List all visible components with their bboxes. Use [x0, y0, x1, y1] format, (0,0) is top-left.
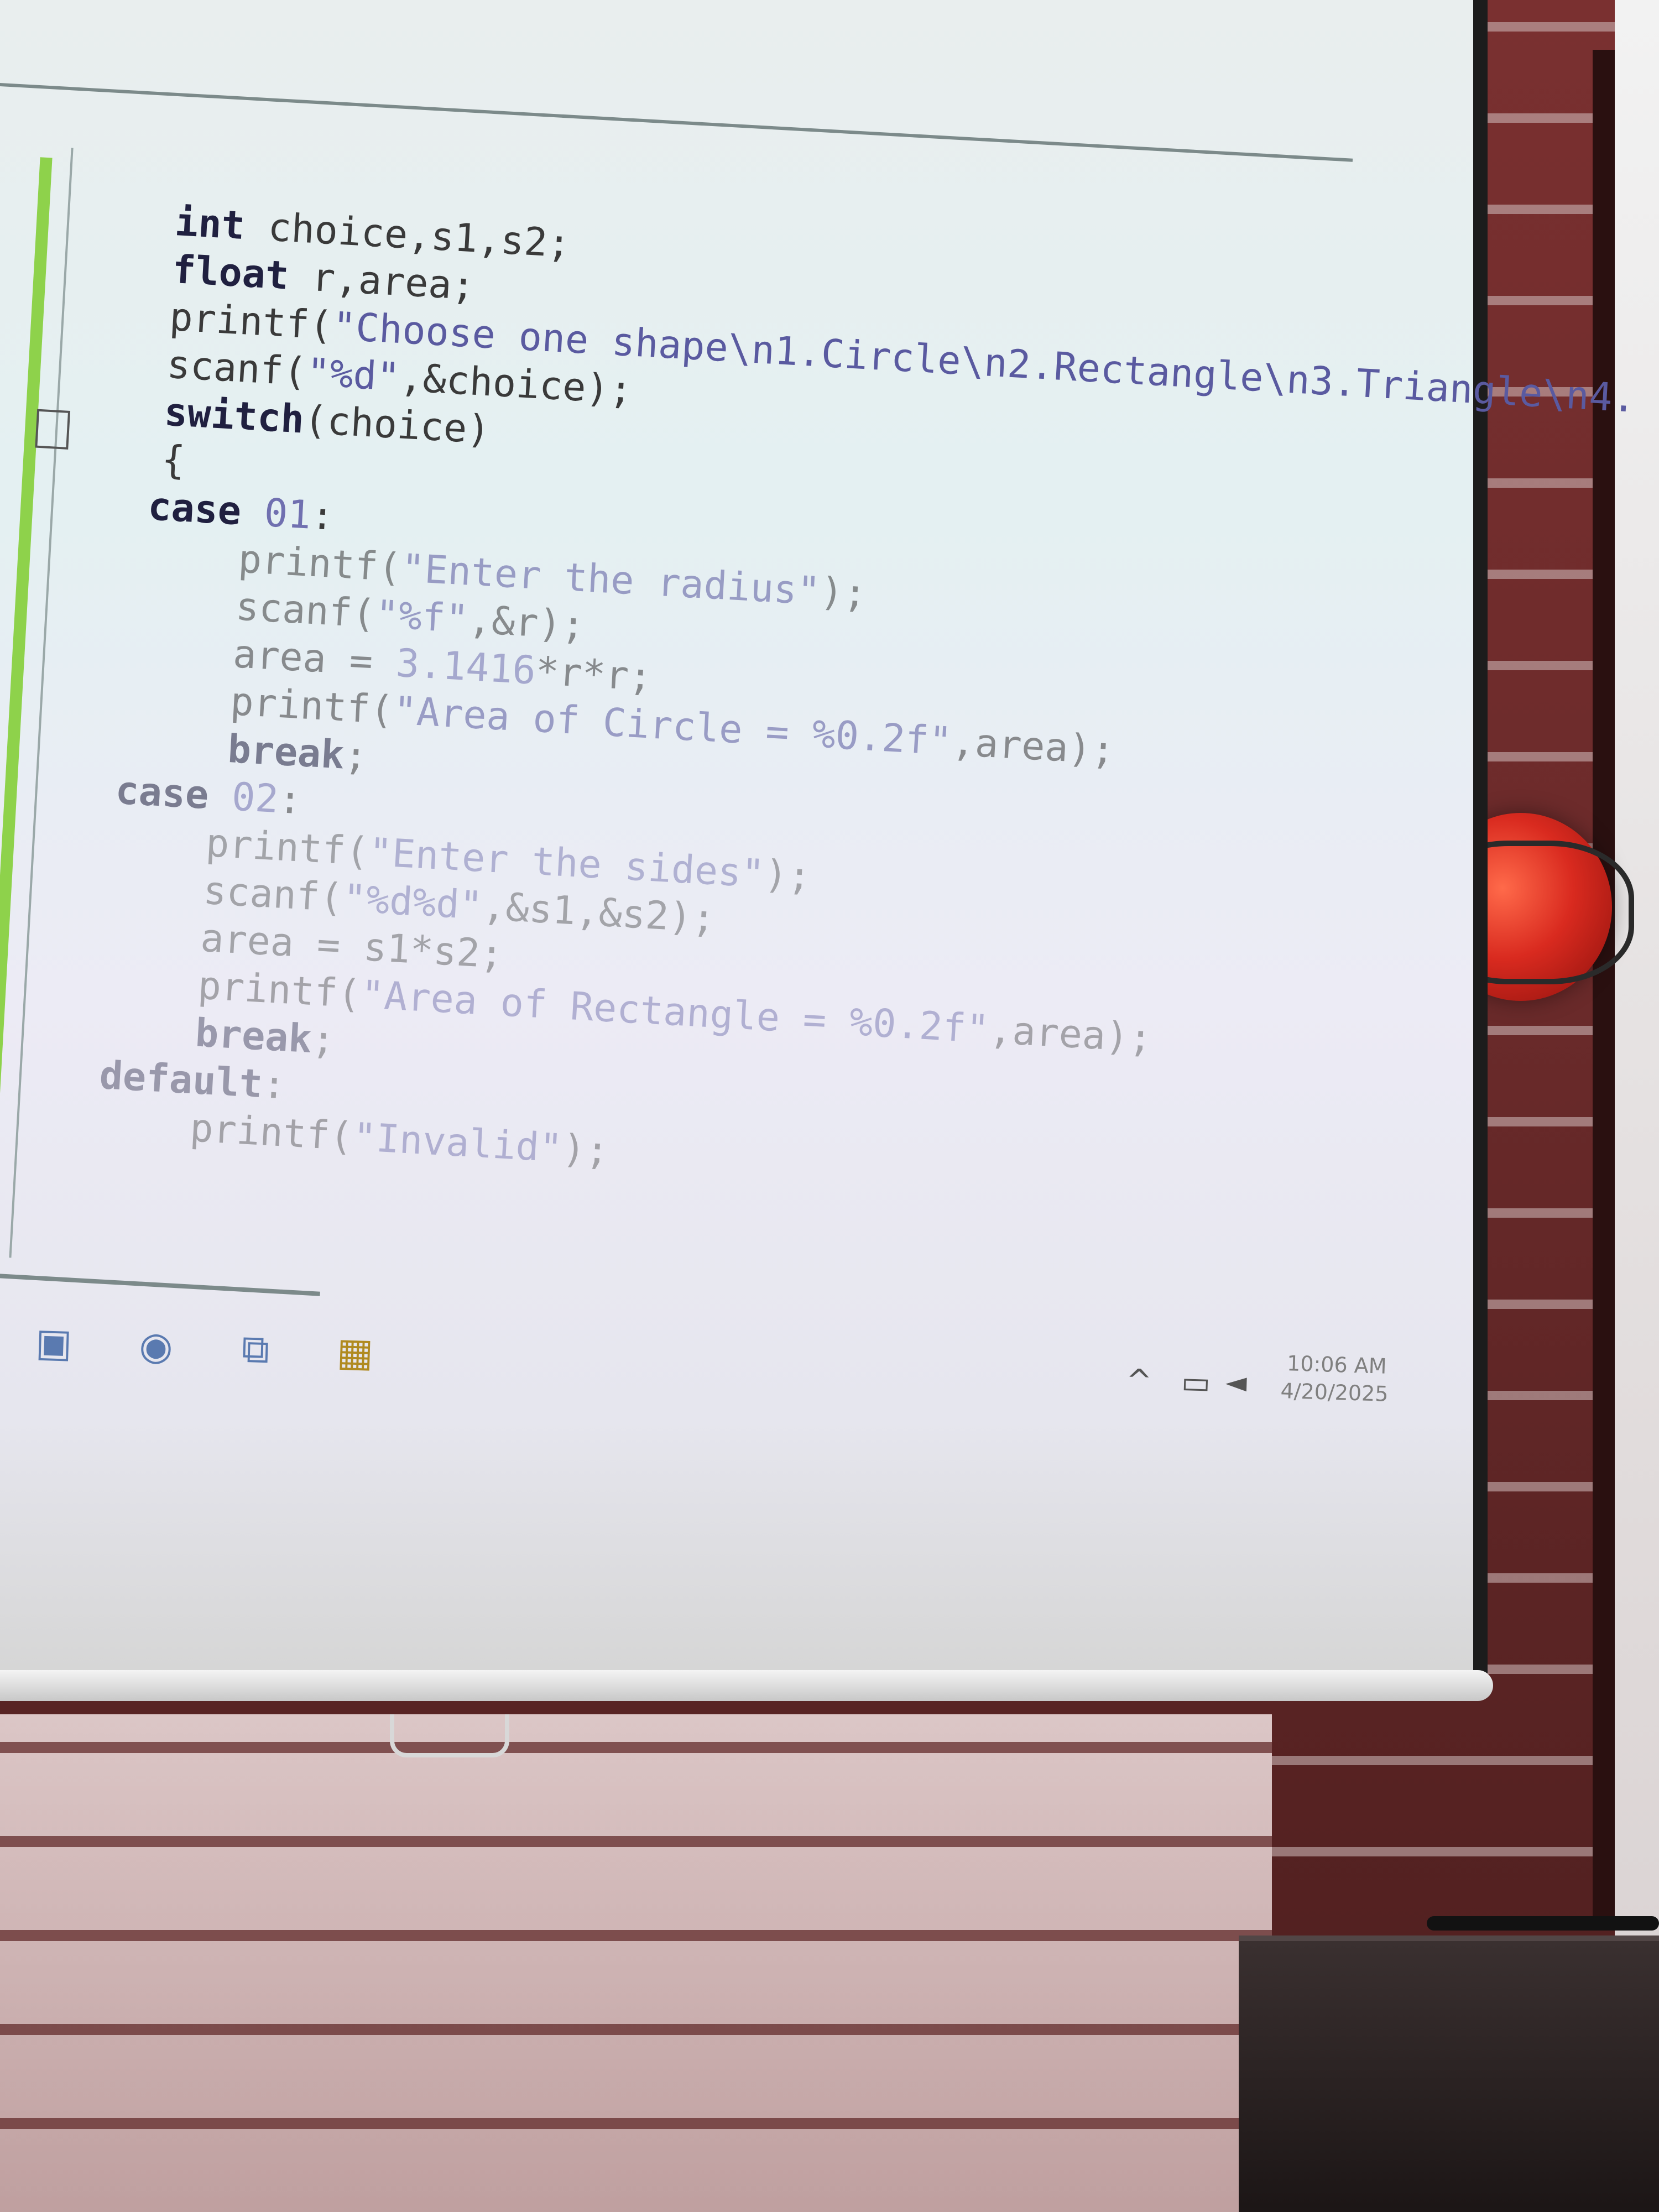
code-token: (choice): [302, 397, 492, 453]
code-token: 01: [239, 488, 312, 538]
code-token: "%d%d": [341, 875, 484, 928]
code-token: "%d": [305, 349, 401, 400]
code-token: float: [171, 246, 290, 299]
copy-icon[interactable]: ⧉: [230, 1323, 281, 1375]
tray-chevron-icon[interactable]: ^: [1125, 1363, 1152, 1399]
code-token: {: [160, 436, 186, 483]
code-token: case: [114, 767, 210, 818]
code-token: "%f": [374, 591, 470, 642]
code-token: 3.1416: [394, 640, 537, 693]
screen-roller: [0, 1670, 1493, 1701]
code-token: );: [818, 568, 868, 617]
code-token: ,area);: [988, 1006, 1154, 1061]
cable: [1427, 1916, 1659, 1931]
code-token: ;: [343, 732, 369, 779]
code-token: ,&r);: [467, 596, 586, 649]
code-token: 02: [207, 773, 280, 822]
chrome-icon[interactable]: ◉: [131, 1321, 182, 1372]
brick-wall-lower: [0, 1714, 1272, 2212]
editor-bottom-border: [0, 1270, 320, 1296]
code-token: ,area);: [950, 719, 1117, 774]
code-token: int: [174, 199, 247, 249]
code-token: switch: [163, 389, 306, 442]
code-token: :: [309, 492, 336, 539]
clock-time[interactable]: 10:06 AM: [1287, 1351, 1387, 1379]
code-token: default: [98, 1052, 264, 1107]
fold-icon[interactable]: [35, 409, 71, 450]
code-token: );: [561, 1125, 611, 1174]
code-token: r,area;: [287, 253, 476, 309]
code-token: :: [277, 776, 303, 823]
code-token: printf(: [168, 294, 334, 349]
editor-top-border: [0, 83, 1353, 162]
source-code[interactable]: int choice,s1,s2; float r,area; printf("Ch…: [98, 198, 1642, 1230]
speaker-icon[interactable]: ◄: [1225, 1366, 1247, 1399]
pull-handle[interactable]: [390, 1714, 509, 1757]
code-token: );: [763, 851, 812, 900]
code-token: *r*r;: [534, 648, 654, 700]
code-token: ;: [310, 1016, 337, 1063]
app-icon[interactable]: ▣: [28, 1317, 80, 1369]
projection-screen: int choice,s1,s2; float r,area; printf("Ch…: [0, 0, 1637, 1692]
monitor-icon[interactable]: ▭: [1181, 1364, 1211, 1401]
code-token: case: [147, 483, 243, 534]
code-token: :: [261, 1061, 288, 1108]
desk: [1239, 1936, 1659, 2212]
code-token: "Invalid": [351, 1114, 564, 1171]
code-editor: int choice,s1,s2; float r,area; printf("Ch…: [0, 83, 1637, 1385]
codeblocks-icon[interactable]: ▦: [330, 1327, 381, 1378]
code-token: scanf(: [165, 341, 308, 395]
clock-date[interactable]: 4/20/2025: [1280, 1379, 1389, 1406]
change-bar: [0, 157, 53, 1240]
